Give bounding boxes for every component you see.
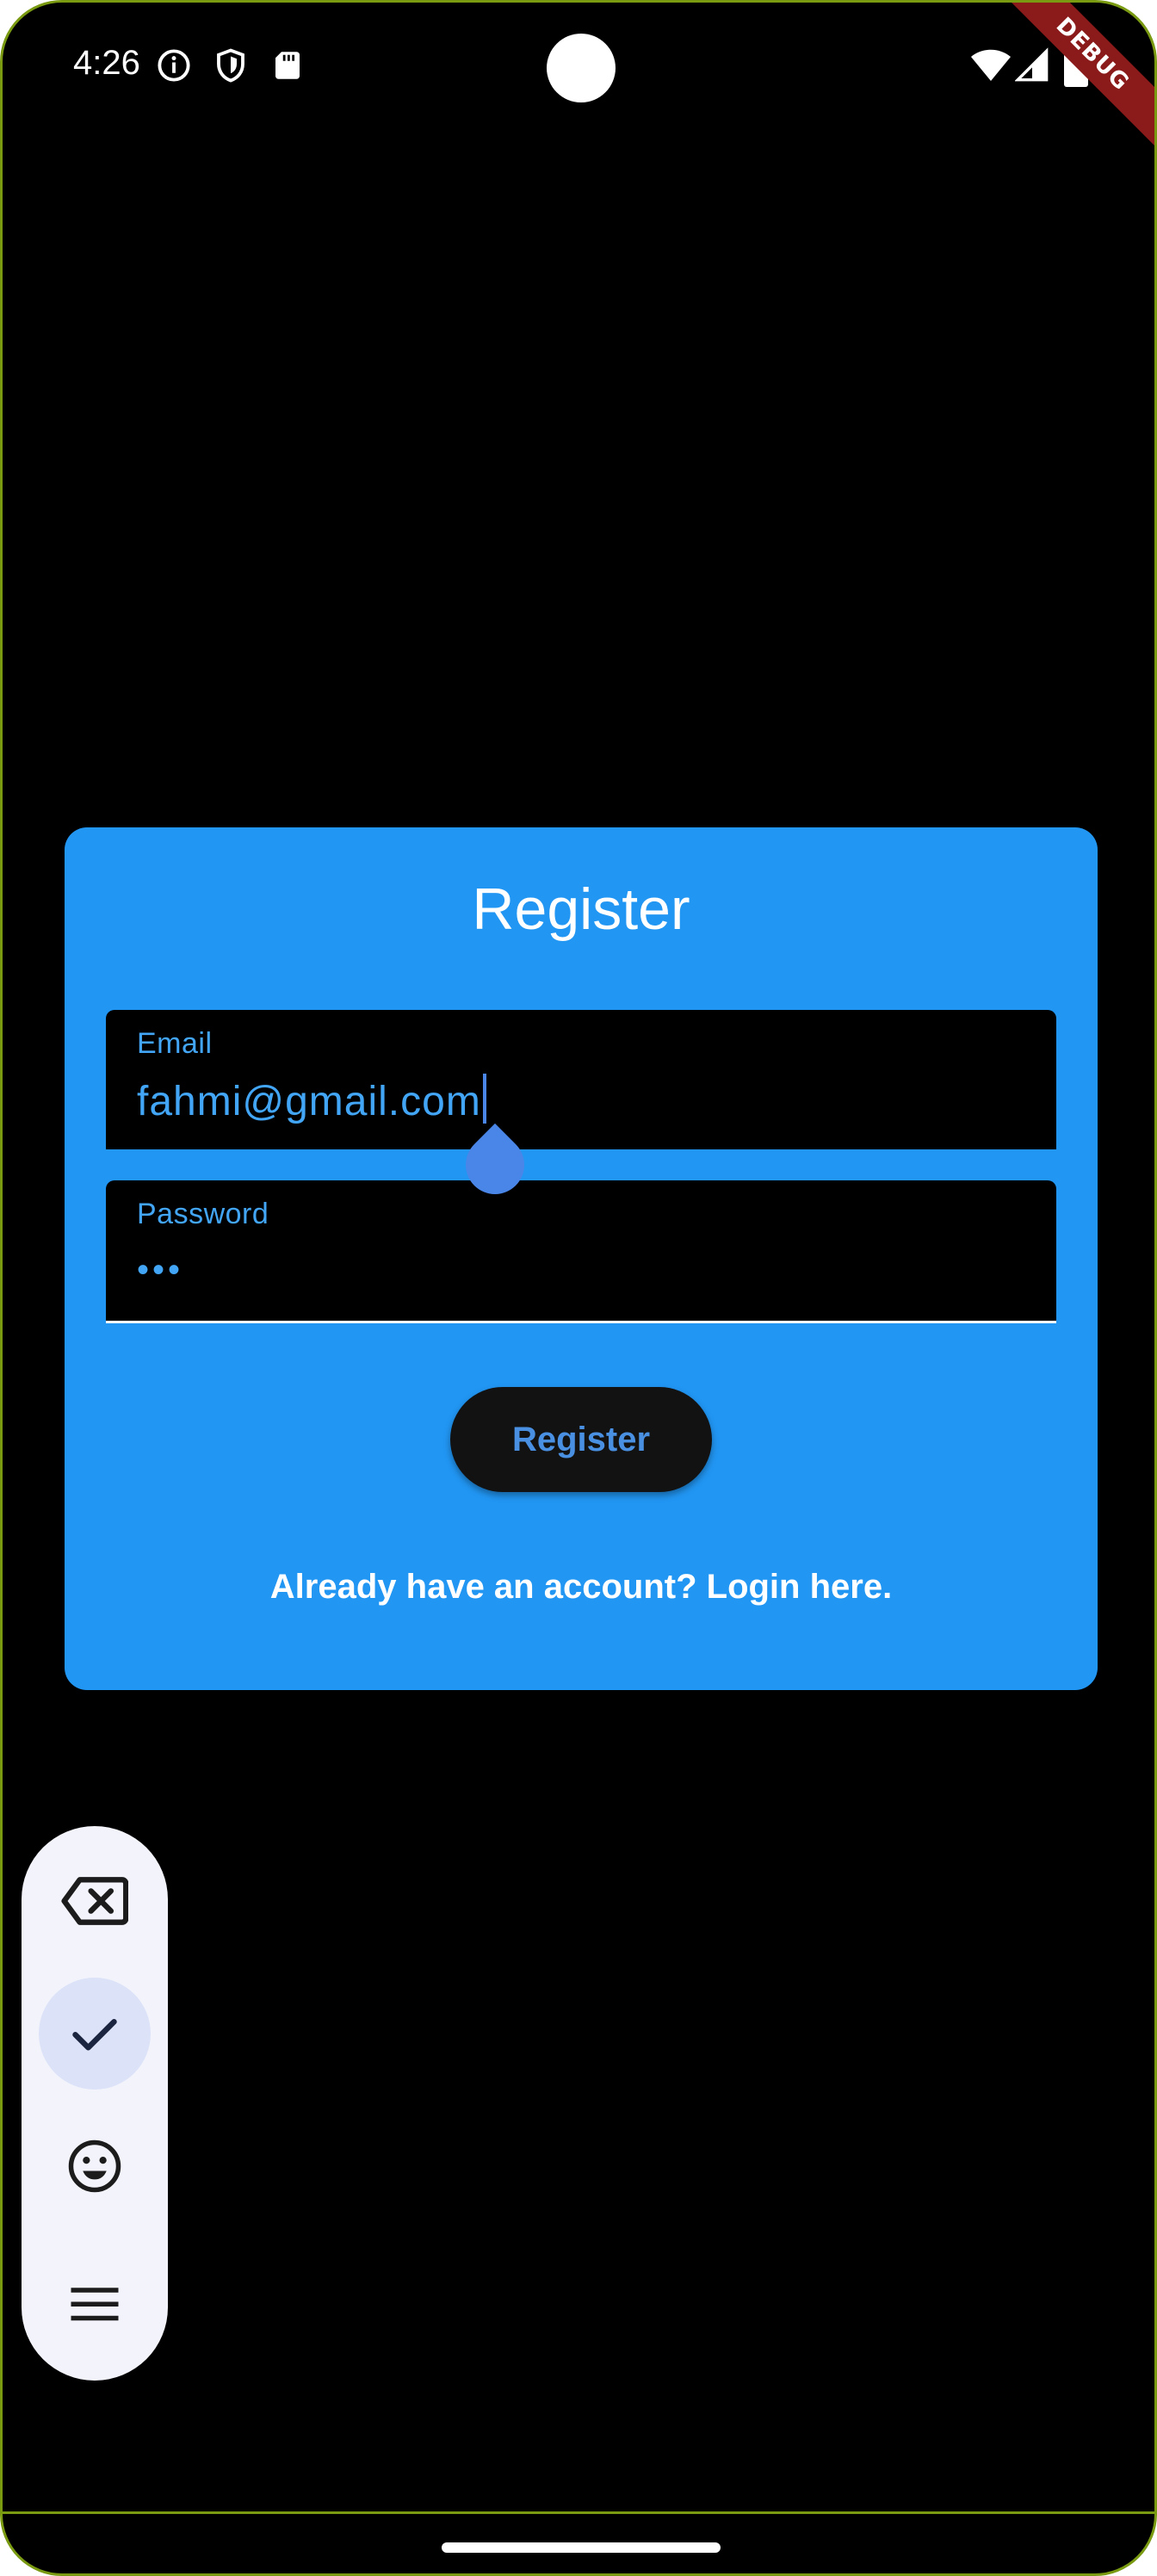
wifi-icon — [971, 49, 1011, 81]
keyboard-toolbar — [22, 1826, 168, 2381]
email-value: fahmi@gmail.com — [137, 1079, 481, 1124]
login-link[interactable]: Already have an account? Login here. — [65, 1568, 1098, 1607]
menu-button[interactable] — [39, 2248, 151, 2360]
backspace-button[interactable] — [39, 1845, 151, 1957]
bottom-divider — [3, 2511, 1154, 2514]
email-label: Email — [137, 1027, 213, 1060]
phone-screen: 4:26 DEBUG Register Email fahmi@gmail.co… — [0, 0, 1157, 2576]
backspace-icon — [61, 1877, 128, 1925]
emoji-button[interactable] — [39, 2110, 151, 2222]
email-field[interactable]: Email fahmi@gmail.com — [106, 1010, 1056, 1149]
register-title: Register — [472, 876, 690, 942]
status-time: 4:26 — [73, 44, 140, 82]
front-camera — [547, 34, 616, 102]
menu-icon — [71, 2288, 119, 2321]
password-input[interactable]: ••• — [137, 1251, 183, 1290]
shield-icon — [217, 48, 244, 83]
info-icon — [158, 49, 190, 82]
sd-card-icon — [275, 52, 300, 79]
password-label: Password — [137, 1198, 269, 1230]
signal-icon — [1015, 47, 1049, 82]
register-button[interactable]: Register — [450, 1387, 712, 1492]
confirm-button[interactable] — [39, 1978, 151, 2090]
checkmark-icon — [72, 2019, 117, 2051]
status-bar: 4:26 DEBUG — [3, 3, 1154, 154]
email-input[interactable]: fahmi@gmail.com — [137, 1074, 486, 1125]
emoji-icon — [68, 2139, 121, 2193]
register-card: Register Email fahmi@gmail.com Password … — [65, 827, 1098, 1690]
home-indicator[interactable] — [442, 2542, 721, 2553]
password-field[interactable]: Password ••• — [106, 1180, 1056, 1323]
text-cursor — [482, 1074, 486, 1124]
